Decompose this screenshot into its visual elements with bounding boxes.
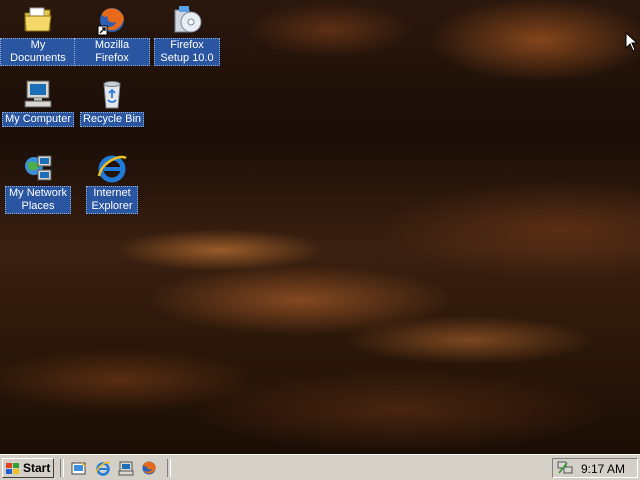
desktop-icon-label: Mozilla Firefox [74,38,150,66]
desktop-icon-mozilla-firefox[interactable]: Mozilla Firefox [74,4,150,66]
start-label: Start [23,461,51,475]
desktop-icon-my-documents[interactable]: My Documents [0,4,76,66]
desktop-icon-label: My Computer [1,112,75,127]
desktop-icon-internet-explorer[interactable]: Internet Explorer [74,152,150,214]
computer-icon [22,78,54,110]
taskbar-separator [60,459,64,477]
start-button[interactable]: Start [2,458,54,478]
desktop-icon-recycle-bin[interactable]: Recycle Bin [74,78,150,127]
clock[interactable]: 9:17 AM [581,462,625,476]
desktop[interactable]: My Documents Mozilla Firefox Firefox Set… [0,0,640,454]
network-connection-icon[interactable] [557,461,573,475]
mouse-pointer-icon [625,31,639,52]
internet-explorer-icon[interactable] [95,460,111,476]
taskbar-separator [167,459,171,477]
desktop-icon-label: Internet Explorer [86,186,138,214]
desktop-icon-my-computer[interactable]: My Computer [0,78,76,127]
desktop-icon-label: My Documents [0,38,76,66]
outlook-express-icon[interactable] [118,460,134,476]
desktop-icon-label: Recycle Bin [79,112,145,127]
firefox-icon [96,4,128,36]
folder-documents-icon [22,4,54,36]
internet-explorer-icon [96,152,128,184]
taskbar: Start 9:17 AM [0,454,640,480]
system-tray: 9:17 AM [552,458,638,478]
desktop-icon-my-network-places[interactable]: My Network Places [0,152,76,214]
network-places-icon [22,152,54,184]
desktop-icon-firefox-setup[interactable]: Firefox Setup 10.0 [149,4,225,66]
desktop-icon-label: My Network Places [5,186,71,214]
firefox-icon[interactable] [141,460,157,476]
desktop-icon-label: Firefox Setup 10.0 [154,38,220,66]
installer-cd-icon [171,4,203,36]
recycle-bin-icon [96,78,128,110]
windows-logo-icon [6,462,20,474]
show-desktop-icon[interactable] [71,460,87,476]
